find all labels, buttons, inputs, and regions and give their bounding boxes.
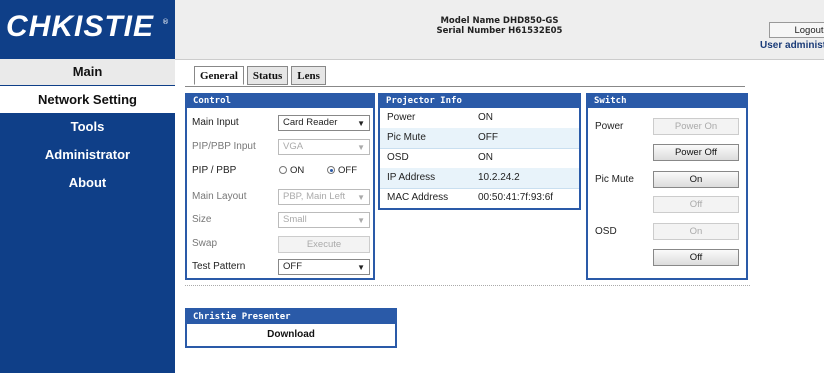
osd-off-button[interactable]: Off	[653, 249, 739, 266]
main-input-select[interactable]: Card Reader ▼	[278, 115, 370, 131]
power-on-button[interactable]: Power On	[653, 118, 739, 135]
pic-mute-off-button[interactable]: Off	[653, 196, 739, 213]
size-select[interactable]: Small ▼	[278, 212, 370, 228]
nav-about[interactable]: About	[0, 169, 175, 196]
serial-number: Serial Number H61532E05	[436, 26, 563, 36]
model-info: Model Name DHD850-GS Serial Number H6153…	[175, 16, 824, 36]
info-row-ip-address: IP Address 10.2.24.2	[380, 168, 579, 189]
download-button[interactable]: Download	[187, 325, 395, 345]
logo-text: CHKISTIE	[6, 10, 155, 43]
info-value: 10.2.24.2	[478, 172, 520, 183]
christie-presenter-panel: Christie Presenter Download	[185, 308, 397, 348]
size-label: Size	[192, 214, 212, 225]
projector-info-title: Projector Info	[380, 95, 579, 108]
info-value: OFF	[478, 132, 498, 143]
model-name: Model Name DHD850-GS	[440, 16, 559, 26]
osd-on-button[interactable]: On	[653, 223, 739, 240]
info-value: 00:50:41:7f:93:6f	[478, 192, 554, 203]
header: Model Name DHD850-GS Serial Number H6153…	[175, 0, 824, 60]
pip-pbp-on-radio[interactable]: ON	[279, 165, 304, 176]
main-input-label: Main Input	[192, 117, 239, 128]
christie-logo: CHKISTIE ®	[0, 0, 175, 59]
info-row-osd: OSD ON	[380, 148, 579, 169]
info-key: Power	[387, 112, 416, 123]
pip-pbp-input-select[interactable]: VGA ▼	[278, 139, 370, 155]
tab-general[interactable]: General	[194, 66, 244, 85]
info-row-mac-address: MAC Address 00:50:41:7f:93:6f	[380, 188, 579, 208]
switch-panel: Switch Power Power On Power Off Pic Mute…	[586, 93, 748, 280]
test-pattern-label: Test Pattern	[192, 261, 246, 272]
pip-pbp-off-radio[interactable]: OFF	[327, 165, 357, 176]
nav-network-setting[interactable]: Network Setting	[0, 86, 175, 113]
chevron-down-icon: ▼	[357, 193, 365, 202]
radio-selected-icon	[327, 166, 335, 175]
control-title: Control	[187, 95, 373, 108]
main-layout-select[interactable]: PBP, Main Left ▼	[278, 189, 370, 205]
pip-pbp-input-value: VGA	[283, 141, 304, 152]
pip-pbp-input-label: PIP/PBP Input	[192, 141, 256, 152]
projector-info-panel: Projector Info Power ON Pic Mute OFF OSD…	[378, 93, 581, 210]
user-label: User administrato	[760, 40, 824, 51]
tab-bar: General Status Lens	[194, 66, 329, 86]
switch-osd-label: OSD	[595, 226, 617, 237]
tab-lens[interactable]: Lens	[291, 66, 326, 85]
chevron-down-icon: ▼	[357, 216, 365, 225]
test-pattern-value: OFF	[283, 261, 302, 272]
logout-button[interactable]: Logout	[769, 22, 824, 38]
section-divider	[185, 285, 750, 286]
test-pattern-select[interactable]: OFF ▼	[278, 259, 370, 275]
nav-tools[interactable]: Tools	[0, 113, 175, 140]
chevron-down-icon: ▼	[357, 143, 365, 152]
main-layout-label: Main Layout	[192, 191, 247, 202]
control-panel: Control Main Input Card Reader ▼ PIP/PBP …	[185, 93, 375, 280]
nav-main[interactable]: Main	[0, 59, 175, 85]
swap-label: Swap	[192, 238, 218, 249]
registered-mark: ®	[162, 18, 169, 26]
power-off-button[interactable]: Power Off	[653, 144, 739, 161]
switch-pic-mute-label: Pic Mute	[595, 174, 634, 185]
presenter-title: Christie Presenter	[187, 310, 395, 324]
info-key: MAC Address	[387, 192, 449, 203]
main-layout-value: PBP, Main Left	[283, 191, 346, 202]
switch-power-label: Power	[595, 121, 624, 132]
tab-status[interactable]: Status	[246, 66, 289, 85]
pip-pbp-on-label: ON	[290, 165, 305, 176]
swap-execute-button[interactable]: Execute	[278, 236, 370, 253]
tab-divider	[185, 86, 745, 87]
info-row-power: Power ON	[380, 108, 579, 129]
info-row-pic-mute: Pic Mute OFF	[380, 128, 579, 149]
radio-icon	[279, 166, 287, 175]
nav-administrator[interactable]: Administrator	[0, 141, 175, 168]
pip-pbp-off-label: OFF	[338, 165, 357, 176]
info-key: OSD	[387, 152, 409, 163]
info-key: IP Address	[387, 172, 436, 183]
main-input-value: Card Reader	[283, 117, 338, 128]
info-value: ON	[478, 112, 493, 123]
size-value: Small	[283, 214, 307, 225]
chevron-down-icon: ▼	[357, 263, 365, 272]
switch-title: Switch	[588, 95, 746, 108]
pip-pbp-label: PIP / PBP	[192, 165, 237, 176]
pic-mute-on-button[interactable]: On	[653, 171, 739, 188]
info-key: Pic Mute	[387, 132, 426, 143]
main-content: General Status Lens Control Main Input C…	[175, 60, 824, 373]
chevron-down-icon: ▼	[357, 119, 365, 128]
info-value: ON	[478, 152, 493, 163]
